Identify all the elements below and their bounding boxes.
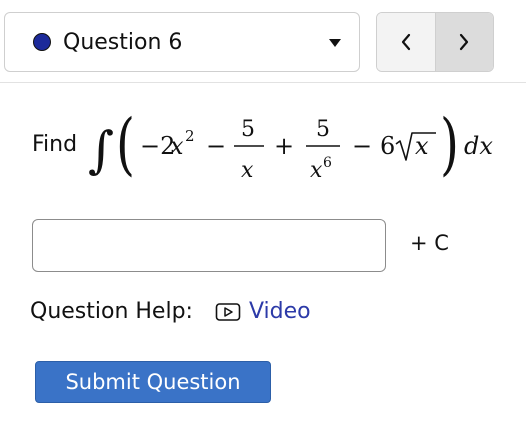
header-divider [0,82,526,83]
next-question-button[interactable] [434,13,493,71]
answer-input[interactable] [32,219,386,272]
term4-radicand: x [415,132,429,160]
fraction2-numerator: 5 [316,117,330,142]
chevron-down-icon [329,39,341,47]
video-help-label: Video [248,299,311,324]
constant-of-integration: + C [410,231,449,255]
previous-question-button[interactable] [377,13,435,71]
operator-minus-1: − [206,132,226,160]
question-selector[interactable]: Question 6 [4,12,360,72]
right-paren: ) [440,105,459,183]
differential: dx [464,132,493,160]
video-help-link[interactable]: Video [215,299,311,324]
question-status-dot [33,33,51,51]
problem-prompt: Find [32,132,78,157]
question-help: Question Help: Video [30,299,311,324]
submit-question-button[interactable]: Submit Question [35,361,271,403]
question-page: Question 6 Find ∫ ( −2 x 2 − 5 x + 5 x 6… [0,0,526,424]
term4-coefficient: 6 [380,132,395,160]
fraction2-denominator-variable: x [310,158,323,183]
operator-plus: + [274,132,294,160]
question-nav-group [376,12,494,72]
integral-sign: ∫ [88,121,114,179]
left-paren: ( [116,105,135,183]
integral-expression: ∫ ( −2 x 2 − 5 x + 5 x 6 − 6 x ) dx [88,105,493,183]
fraction1-numerator: 5 [241,117,255,142]
question-help-label: Question Help: [30,299,193,324]
fraction2-denominator-exponent: 6 [323,155,332,171]
chevron-right-icon [460,33,469,51]
play-box-icon [215,302,241,322]
question-selector-label: Question 6 [63,29,183,55]
term1-variable: x [170,132,184,160]
term1-exponent: 2 [185,127,195,145]
chevron-left-icon [401,33,410,51]
fraction1-denominator: x [241,158,254,183]
operator-minus-2: − [352,132,372,160]
